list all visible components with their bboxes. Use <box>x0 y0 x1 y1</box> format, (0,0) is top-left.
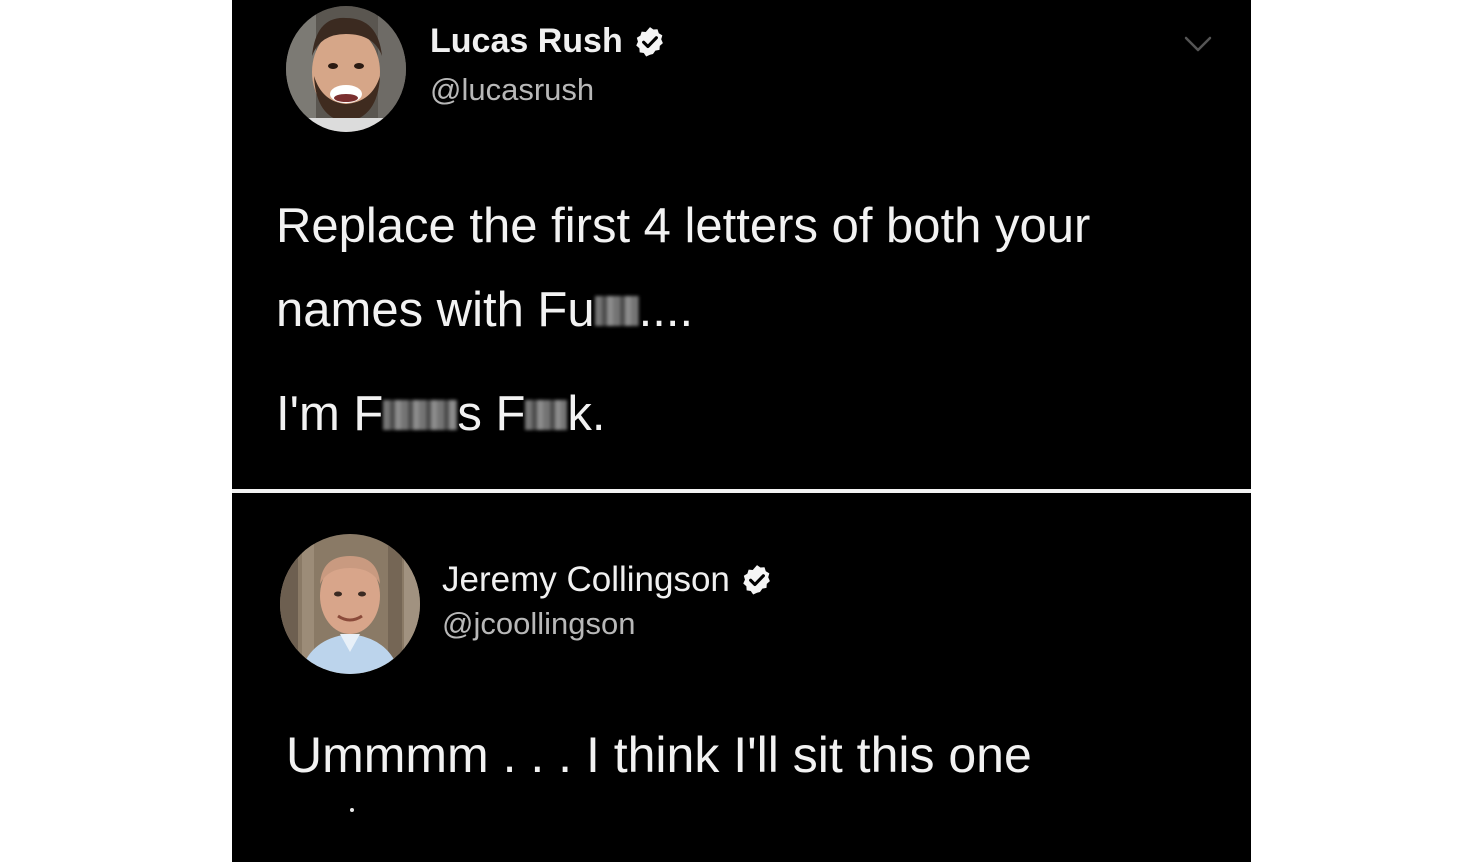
tweet-text-line-1: Replace the first 4 letters of both your <box>276 199 1091 253</box>
verified-badge-icon <box>633 25 667 59</box>
reply-tweet: Jeremy Collingson @jcoollingson Ummmm . … <box>232 496 1251 862</box>
verified-badge-icon <box>740 563 774 597</box>
tweet-text-line-3: I'm F s F k. <box>276 386 606 442</box>
reply-text: Ummmm . . . I think I'll sit this one <box>286 727 1032 783</box>
author-handle[interactable]: @lucasrush <box>430 72 594 108</box>
tweet-text-line-3-mid: s F <box>457 387 526 441</box>
avatar[interactable] <box>286 6 406 132</box>
censored-text-blur <box>594 296 639 326</box>
author-name[interactable]: Lucas Rush <box>430 22 623 61</box>
avatar[interactable] <box>280 534 420 674</box>
author-name-row[interactable]: Lucas Rush <box>430 22 667 61</box>
jeremy-collingson-avatar-image <box>280 534 420 674</box>
chevron-down-icon[interactable] <box>1182 32 1214 56</box>
tweet-text-line-3-prefix: I'm F <box>276 387 384 441</box>
divider-line <box>232 489 1251 493</box>
reply-author-handle[interactable]: @jcoollingson <box>442 606 635 642</box>
lucas-rush-avatar-image <box>286 6 406 132</box>
tweet-text-line-2-prefix: names with Fu <box>276 283 595 337</box>
cutoff-text-fragment <box>350 808 354 812</box>
reply-author-name[interactable]: Jeremy Collingson <box>442 560 730 600</box>
censored-text-blur <box>525 400 568 430</box>
screenshot-divider <box>232 486 1251 496</box>
reply-author-name-row[interactable]: Jeremy Collingson <box>442 560 774 600</box>
original-tweet: Lucas Rush @lucasrush Replace the first … <box>232 0 1251 486</box>
tweet-text-line-2-suffix: .... <box>638 283 694 337</box>
tweet-text-line-3-suffix: k. <box>567 387 606 441</box>
censored-text-blur <box>383 400 458 430</box>
tweet-text-line-2: names with Fu.... <box>276 282 693 338</box>
